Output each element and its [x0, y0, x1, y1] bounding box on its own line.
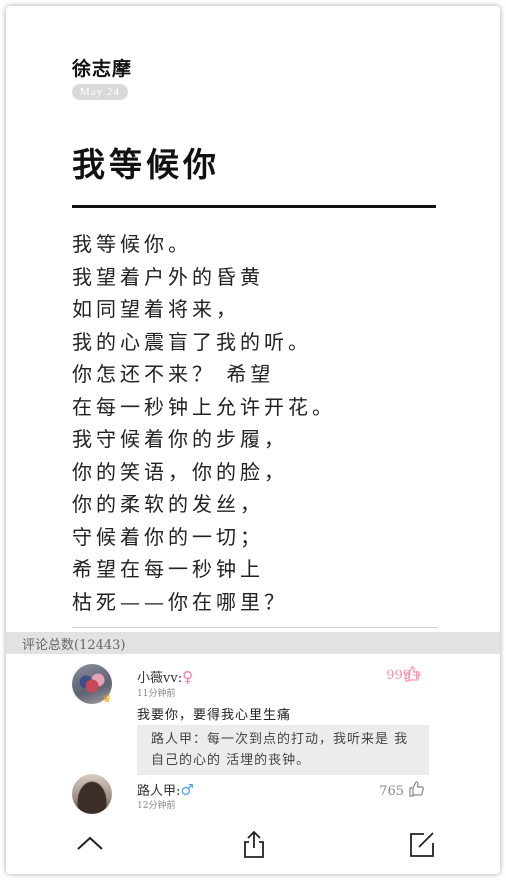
commenter-name-text: 路人甲:: [137, 784, 181, 799]
comment-reply: 路人甲：每一次到点的打动，我听来是 我自己的心的 活埋的丧钟。: [137, 725, 429, 775]
date-badge: May 24: [72, 84, 128, 100]
commenter-name[interactable]: 路人甲:♂: [137, 780, 194, 799]
poem-line: 你的笑语，你的脸，: [72, 459, 288, 484]
poem-line: 我等候你。: [72, 232, 192, 256]
poem-line: 枯死——你在哪里？: [72, 589, 288, 614]
like-count: 765: [379, 784, 404, 799]
poem-line: 我望着户外的昏黄: [72, 264, 264, 289]
poem-body: 我等候你。 我望着户外的昏黄 如同望着将来， 我的心震盲了我的听。 你怎还不来？…: [72, 228, 442, 618]
poem-title: 我等候你: [72, 145, 220, 184]
commenter-name[interactable]: 小薇vv:♀: [137, 667, 193, 686]
male-icon: ♂: [180, 781, 194, 799]
bottom-toolbar: [6, 818, 500, 874]
edit-icon[interactable]: [406, 828, 438, 860]
thumbs-up-icon[interactable]: [404, 666, 420, 682]
share-icon[interactable]: [238, 828, 270, 860]
thumbs-up-icon[interactable]: [408, 781, 424, 797]
poem-end-divider: [72, 627, 438, 628]
poem-line: 我的心震盲了我的听。: [72, 329, 312, 354]
poem-line: 守候着你的一切；: [72, 524, 264, 549]
poem-line: 你的柔软的发丝，: [72, 492, 264, 516]
comments-count-label: 评论总数(12443): [22, 638, 126, 653]
poem-line: 如同望着将来，: [72, 297, 240, 321]
poem-line: 在每一秒钟上允许开花。: [72, 394, 336, 419]
female-icon: ♀: [182, 668, 194, 686]
phone-screen: 徐志摩 May 24 我等候你 我等候你。 我望着户外的昏黄 如同望着将来， 我…: [6, 6, 500, 874]
chevron-up-icon[interactable]: [74, 828, 106, 860]
avatar[interactable]: [72, 774, 112, 814]
comment-time: 11分钟前: [137, 689, 176, 699]
crown-icon: ♛: [102, 694, 112, 705]
title-divider: [72, 205, 436, 208]
comment-text: 我要你，要得我心里生痛: [137, 708, 292, 723]
poem-line: 希望在每一秒钟上: [72, 557, 264, 581]
comment-time: 12分钟前: [137, 801, 176, 811]
poem-line: 我守候着你的步履，: [72, 427, 288, 451]
comments-count-bar: 评论总数(12443): [6, 632, 500, 654]
poem-line: 你怎还不来？ 希望: [72, 362, 275, 386]
author-name[interactable]: 徐志摩: [72, 54, 132, 81]
commenter-name-text: 小薇vv:: [137, 671, 183, 686]
